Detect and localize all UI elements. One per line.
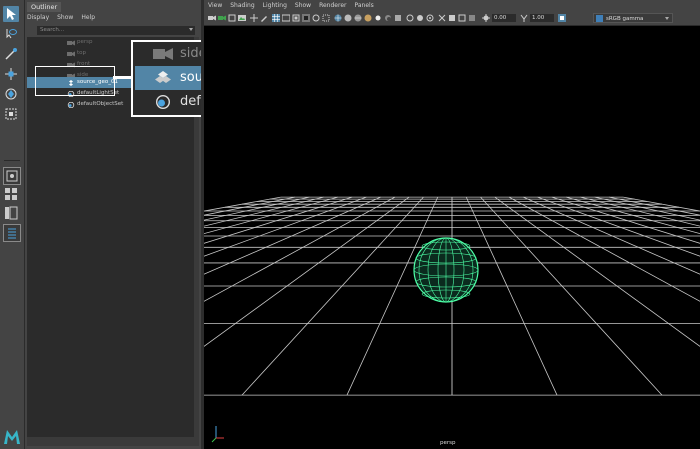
persp-outliner-layout-icon[interactable] (3, 205, 19, 221)
paint-select-tool-icon[interactable] (3, 46, 19, 62)
smooth-shade-icon[interactable] (344, 14, 352, 22)
camera-select-icon[interactable] (208, 14, 216, 22)
two-d-pan-zoom-icon[interactable] (250, 14, 258, 22)
camera-name-label: persp (440, 440, 456, 446)
film-gate-icon[interactable] (282, 14, 290, 22)
camera-icon (67, 40, 75, 46)
resolution-gate-icon[interactable] (292, 14, 300, 22)
textured-icon[interactable] (364, 14, 372, 22)
viewport-menu-bar: View Shading Lighting Show Renderer Pane… (204, 0, 700, 11)
xray-joints-icon[interactable] (458, 14, 466, 22)
search-options-arrow-icon[interactable] (189, 28, 193, 31)
view-axis-icon (211, 426, 224, 443)
viewport-menu-shading[interactable]: Shading (230, 0, 254, 11)
grease-pencil-icon[interactable] (260, 14, 268, 22)
tool-box (0, 0, 25, 449)
viewport-menu-lighting[interactable]: Lighting (263, 0, 287, 11)
view-transform-icon[interactable] (558, 14, 566, 22)
screen-space-ao-icon[interactable] (394, 14, 402, 22)
select-tool-icon[interactable] (3, 6, 19, 22)
field-chart-icon[interactable] (312, 14, 320, 22)
maya-logo-icon (4, 430, 20, 444)
viewport-menu-renderer[interactable]: Renderer (319, 0, 346, 11)
highlight-box (35, 66, 115, 96)
outliner-menu-show[interactable]: Show (57, 13, 73, 23)
viewport-toolbar: 0.00 1.00 sRGB gamma (204, 11, 700, 26)
color-management-icon (596, 15, 603, 22)
scale-tool-icon[interactable] (3, 106, 19, 122)
outliner-item-label: persp (77, 39, 93, 45)
four-view-layout-icon[interactable] (3, 186, 19, 202)
xray-components-icon[interactable] (468, 14, 476, 22)
safe-action-icon[interactable] (322, 14, 330, 22)
single-perspective-layout-icon[interactable] (3, 167, 21, 185)
gate-mask-icon[interactable] (302, 14, 310, 22)
lasso-tool-icon[interactable] (3, 26, 19, 42)
outliner-menu-bar: Display Show Help (27, 13, 95, 23)
exposure-icon[interactable] (482, 14, 490, 22)
set-icon (67, 102, 75, 108)
isolate-select-icon[interactable] (438, 14, 446, 22)
xray-icon[interactable] (448, 14, 456, 22)
chevron-down-icon (665, 17, 669, 20)
outliner-menu-display[interactable]: Display (27, 13, 49, 23)
perspective-viewport[interactable]: View Shading Lighting Show Renderer Pane… (204, 0, 700, 449)
outliner-search-input[interactable]: Search... (37, 26, 195, 35)
wireframe-icon[interactable] (334, 14, 342, 22)
rotate-tool-icon[interactable] (3, 86, 19, 102)
gamma-icon[interactable] (520, 14, 528, 22)
exposure-field[interactable]: 0.00 (492, 14, 516, 22)
anti-aliasing-icon[interactable] (416, 14, 424, 22)
camera-attributes-icon[interactable] (218, 14, 226, 22)
viewport-menu-show[interactable]: Show (295, 0, 311, 11)
outliner-menu-help[interactable]: Help (81, 13, 95, 23)
motion-blur-icon[interactable] (406, 14, 414, 22)
camera-icon (67, 51, 75, 57)
image-plane-icon[interactable] (238, 14, 246, 22)
viewport-menu-panels[interactable]: Panels (354, 0, 373, 11)
bookmark-icon[interactable] (228, 14, 236, 22)
outliner-item-label: top (77, 50, 87, 56)
group-transform-icon (155, 71, 171, 83)
callout-connector (113, 76, 133, 79)
set-icon (156, 95, 170, 109)
outliner-item-label: defaultObjectSet (77, 101, 124, 107)
move-tool-icon[interactable] (3, 66, 19, 82)
viewport-menu-view[interactable]: View (208, 0, 222, 11)
lights-icon[interactable] (374, 14, 382, 22)
outliner-tab[interactable]: Outliner (27, 2, 62, 12)
shadows-icon[interactable] (384, 14, 392, 22)
viewport-scene[interactable] (204, 26, 700, 449)
source-geo-sphere[interactable] (413, 237, 479, 303)
toolbox-divider (4, 160, 20, 161)
outliner-horizontal-scrollbar[interactable] (27, 437, 199, 446)
gamma-field[interactable]: 1.00 (530, 14, 554, 22)
outliner-search-placeholder: Search... (40, 27, 65, 33)
wireframe-on-shaded-icon[interactable] (354, 14, 362, 22)
outliner-layout-icon[interactable] (3, 224, 21, 242)
color-space-select[interactable]: sRGB gamma (593, 13, 673, 23)
grid-toggle-icon[interactable] (272, 14, 280, 22)
color-space-value: sRGB gamma (606, 16, 644, 22)
camera-icon (153, 48, 173, 60)
depth-of-field-icon[interactable] (426, 14, 434, 22)
